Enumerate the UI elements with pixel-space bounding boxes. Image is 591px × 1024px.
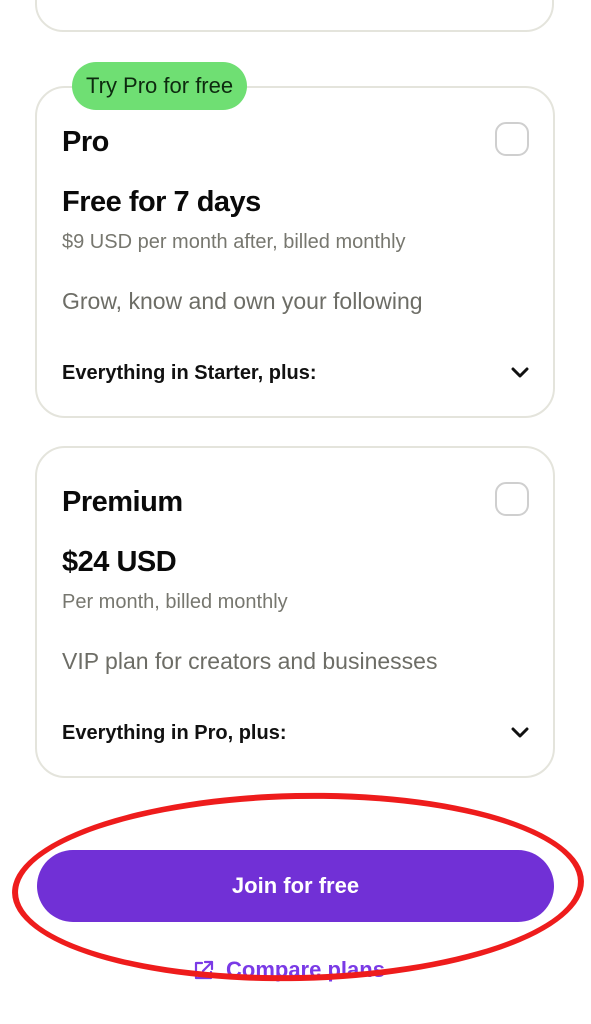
plan-description: Grow, know and own your following (62, 288, 423, 314)
chevron-down-icon[interactable] (509, 362, 531, 384)
chevron-down-icon[interactable] (509, 722, 531, 744)
plan-card-premium[interactable]: Premium $24 USD Per month, billed monthl… (35, 446, 555, 778)
plan-price: $24 USD (62, 546, 177, 578)
plan-price: Free for 7 days (62, 186, 261, 218)
plan-name: Premium (62, 486, 183, 518)
features-expand-toggle[interactable]: Everything in Pro, plus: (62, 718, 531, 748)
plan-card-pro[interactable]: Pro Free for 7 days $9 USD per month aft… (35, 86, 555, 418)
plan-selection-page: Try Pro for free Pro Free for 7 days $9 … (0, 0, 591, 1024)
features-label: Everything in Pro, plus: (62, 721, 287, 744)
plan-name: Pro (62, 126, 109, 158)
external-link-icon (192, 958, 216, 982)
plan-select-checkbox[interactable] (495, 122, 529, 156)
features-label: Everything in Starter, plus: (62, 361, 317, 384)
plan-card-starter-partial[interactable] (35, 0, 554, 32)
join-for-free-button[interactable]: Join for free (37, 850, 554, 922)
plan-select-checkbox[interactable] (495, 482, 529, 516)
features-expand-toggle[interactable]: Everything in Starter, plus: (62, 358, 531, 388)
compare-plans-label: Compare plans (226, 957, 385, 982)
compare-plans-link[interactable]: Compare plans (192, 954, 385, 986)
plan-description: VIP plan for creators and businesses (62, 648, 438, 674)
trial-badge: Try Pro for free (72, 62, 248, 110)
plan-billing: $9 USD per month after, billed monthly (62, 231, 406, 253)
plan-billing: Per month, billed monthly (62, 591, 288, 613)
